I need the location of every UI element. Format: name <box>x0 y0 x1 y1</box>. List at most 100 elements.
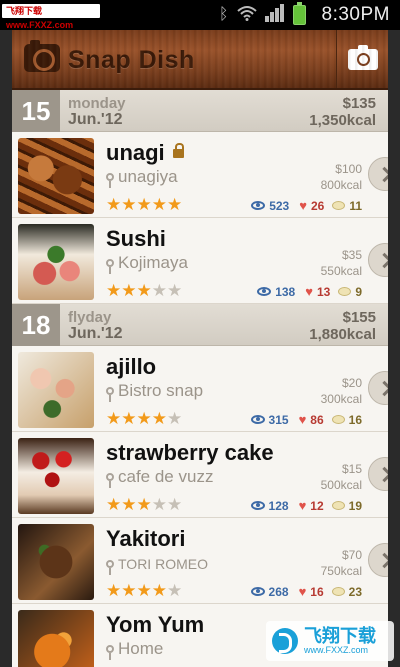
day-number: 15 <box>12 90 60 132</box>
chevron-right-icon[interactable] <box>368 157 388 191</box>
dish-place: Home <box>106 639 164 660</box>
dish-place-label: unagiya <box>118 167 178 186</box>
location-pin-icon <box>106 173 114 188</box>
comments-count: 9 <box>355 284 362 299</box>
star-filled-icon: ★ <box>121 409 137 428</box>
location-pin-icon <box>106 387 114 402</box>
watermark-label: 飞翔下载 www.FXXZ.com <box>2 4 100 30</box>
dish-price: $20 <box>341 376 362 390</box>
comment-icon[interactable] <box>331 587 345 596</box>
day-header: 18 flyday Jun.'12 $155 1,880kcal <box>12 304 388 346</box>
rating-stars: ★★★★★ <box>106 496 182 513</box>
star-filled-icon: ★ <box>106 409 122 428</box>
comments-count: 23 <box>348 584 362 599</box>
dish-row[interactable]: unagi unagiya $100 800kcal ★★★★★ 523 ♥ 26… <box>12 132 388 218</box>
dish-photo[interactable] <box>18 224 94 300</box>
day-date: Jun.'12 <box>68 111 123 128</box>
dish-title: strawberry cake <box>106 440 274 465</box>
dish-price: $35 <box>341 248 362 262</box>
chevron-right-icon[interactable] <box>368 457 388 491</box>
dish-photo[interactable] <box>18 524 94 600</box>
camera-icon <box>347 44 378 70</box>
dish-title: Yakitori <box>106 526 186 551</box>
status-time: 8:30PM <box>321 4 390 25</box>
comment-icon[interactable] <box>331 415 345 424</box>
app-window: Snap Dish 15 monday Jun.'12 $135 1,350kc… <box>12 30 388 667</box>
dish-kcal: 800kcal <box>320 178 362 192</box>
comments-count: 19 <box>348 498 362 513</box>
dish-place-label: Home <box>118 639 164 658</box>
camera-button[interactable] <box>336 30 388 88</box>
bluetooth-icon: ᛒ <box>218 6 229 23</box>
dish-title: unagi <box>106 140 165 165</box>
dish-row[interactable]: Yakitori TORI ROMEO $70 750kcal ★★★★★ 26… <box>12 518 388 604</box>
watermark-title: 飞翔下载 <box>304 626 376 646</box>
heart-icon[interactable]: ♥ <box>299 498 307 513</box>
dish-place-label: TORI ROMEO <box>118 556 208 572</box>
chevron-right-icon[interactable] <box>368 543 388 577</box>
dish-title: Yom Yum <box>106 612 205 637</box>
location-pin-icon <box>106 560 114 575</box>
dish-place-label: Kojimaya <box>118 253 188 272</box>
day-header: 15 monday Jun.'12 $135 1,350kcal <box>12 90 388 132</box>
star-filled-icon: ★ <box>136 195 152 214</box>
dish-price: $100 <box>335 162 362 176</box>
star-filled-icon: ★ <box>106 281 122 300</box>
signal-icon <box>264 3 285 27</box>
day-number: 18 <box>12 304 60 346</box>
dish-place-label: Bistro snap <box>118 381 204 400</box>
dish-row[interactable]: Sushi Kojimaya $35 550kcal ★★★★★ 138 ♥ 13… <box>12 218 388 304</box>
wifi-icon <box>236 5 257 26</box>
day-total-price: $155 <box>342 309 376 326</box>
dish-photo[interactable] <box>18 352 94 428</box>
dish-photo[interactable] <box>18 138 94 214</box>
star-filled-icon: ★ <box>121 195 137 214</box>
dish-title-wrap: unagi <box>106 140 184 166</box>
dish-place: unagiya <box>106 167 178 188</box>
heart-icon[interactable]: ♥ <box>299 412 307 427</box>
dish-kcal: 300kcal <box>320 392 362 406</box>
chevron-right-icon[interactable] <box>368 243 388 277</box>
likes-count: 12 <box>310 498 324 513</box>
star-empty-icon: ★ <box>151 281 167 300</box>
dish-place: cafe de vuzz <box>106 467 214 488</box>
day-weekday: flyday <box>68 309 112 326</box>
day-weekday: monday <box>68 95 126 112</box>
rating-stars: ★★★★★ <box>106 582 182 599</box>
status-bar: 飞翔下载 www.FXXZ.com ᛒ 8:30PM <box>0 0 400 30</box>
dish-photo[interactable] <box>18 438 94 514</box>
watermark-logo-icon <box>272 628 298 654</box>
star-filled-icon: ★ <box>151 195 167 214</box>
comment-icon[interactable] <box>338 287 352 296</box>
star-filled-icon: ★ <box>151 581 167 600</box>
views-count: 138 <box>275 284 296 299</box>
heart-icon[interactable]: ♥ <box>299 198 307 213</box>
comment-icon[interactable] <box>331 501 345 510</box>
dish-row[interactable]: strawberry cake cafe de vuzz $15 500kcal… <box>12 432 388 518</box>
rating-stars: ★★★★★ <box>106 282 182 299</box>
dish-photo[interactable] <box>18 610 94 667</box>
dish-place-label: cafe de vuzz <box>118 467 214 486</box>
star-filled-icon: ★ <box>136 409 152 428</box>
dish-price: $70 <box>341 548 362 562</box>
app-title: Snap Dish <box>68 46 195 74</box>
views-count: 128 <box>268 498 289 513</box>
comment-icon[interactable] <box>332 201 346 210</box>
day-total-kcal: 1,350kcal <box>309 112 376 129</box>
views-icon <box>257 287 272 296</box>
heart-icon[interactable]: ♥ <box>299 584 307 599</box>
star-filled-icon: ★ <box>106 495 122 514</box>
star-empty-icon: ★ <box>151 495 167 514</box>
heart-icon[interactable]: ♥ <box>305 284 313 299</box>
dish-row[interactable]: ajillo Bistro snap $20 300kcal ★★★★★ 315… <box>12 346 388 432</box>
rating-stars: ★★★★★ <box>106 196 182 213</box>
star-filled-icon: ★ <box>121 281 137 300</box>
watermark-url: www.FXXZ.com <box>304 645 369 655</box>
rating-stars: ★★★★★ <box>106 410 182 427</box>
star-empty-icon: ★ <box>167 281 183 300</box>
lock-icon <box>172 143 184 158</box>
star-filled-icon: ★ <box>136 281 152 300</box>
chevron-right-icon[interactable] <box>368 371 388 405</box>
star-filled-icon: ★ <box>151 409 167 428</box>
views-count: 268 <box>268 584 289 599</box>
